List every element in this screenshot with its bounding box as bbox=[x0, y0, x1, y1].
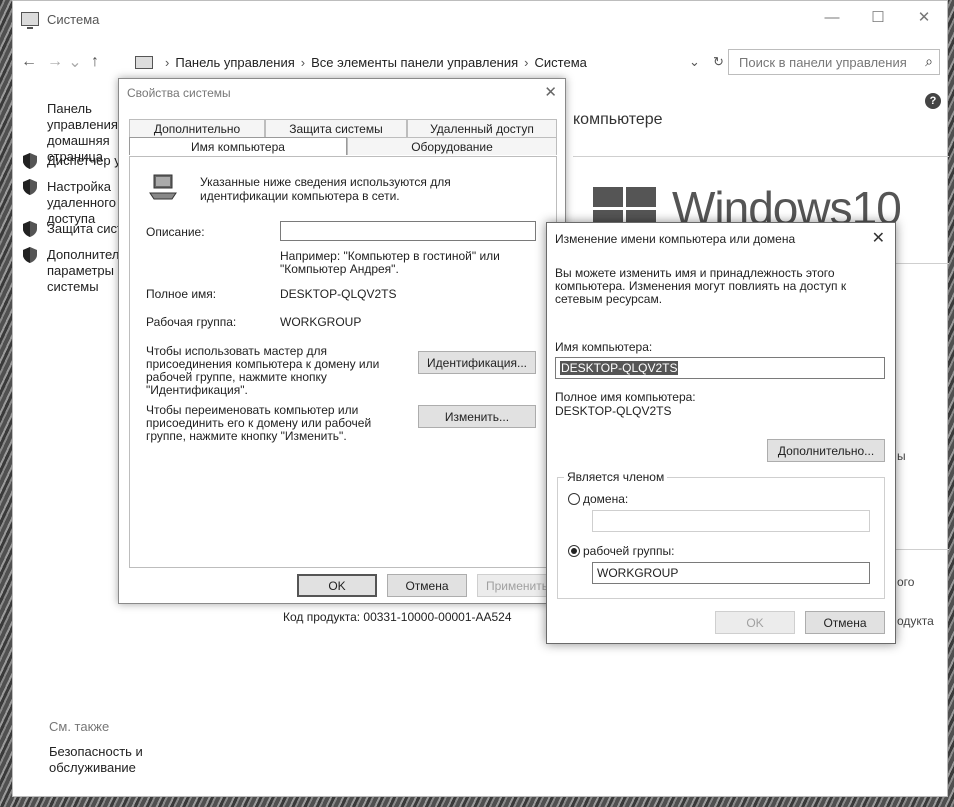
navigation-bar: ← → ⌄ ↑ › Панель управления › Все элемен… bbox=[13, 47, 947, 77]
section-heading: компьютере bbox=[573, 111, 663, 128]
workgroup-field[interactable]: WORKGROUP bbox=[592, 562, 870, 584]
full-name-label: Полное имя: bbox=[146, 287, 217, 301]
domain-label: домена: bbox=[583, 492, 629, 506]
tab-row-bottom: Имя компьютера Оборудование bbox=[129, 137, 557, 155]
recent-locations-icon[interactable]: ⌄ bbox=[65, 52, 85, 72]
divider bbox=[893, 263, 949, 264]
system-properties-dialog: Свойства системы ✕ Дополнительно Защита … bbox=[118, 78, 566, 604]
rename-computer-dialog: Изменение имени компьютера или домена ✕ … bbox=[546, 222, 896, 644]
domain-field[interactable] bbox=[592, 510, 870, 532]
dialog-title: Изменение имени компьютера или домена bbox=[555, 232, 796, 246]
title-bar[interactable]: Система — ☐ ✕ bbox=[13, 1, 947, 37]
address-dropdown-icon[interactable]: ⌄ bbox=[689, 54, 700, 70]
full-name-label: Полное имя компьютера: bbox=[555, 390, 696, 404]
maximize-button[interactable]: ☐ bbox=[855, 1, 901, 33]
refresh-icon[interactable]: ↻ bbox=[713, 54, 724, 70]
computer-name-label: Имя компьютера: bbox=[555, 340, 653, 354]
dialog-close-button[interactable]: ✕ bbox=[872, 228, 885, 248]
computer-name-field[interactable]: DESKTOP-QLQV2TS bbox=[555, 357, 885, 379]
computer-description-text: Указанные ниже сведения используются для… bbox=[200, 175, 451, 203]
product-key: Код продукта: 00331-10000-00001-AA524 bbox=[283, 610, 512, 624]
shield-icon bbox=[23, 153, 37, 169]
up-arrow-icon[interactable]: ↑ bbox=[85, 53, 105, 71]
dialog-title: Свойства системы bbox=[127, 86, 231, 100]
member-of-group: Является членом домена: рабочей группы: … bbox=[557, 470, 885, 599]
workgroup-value: WORKGROUP bbox=[280, 315, 362, 329]
breadcrumb-all-items[interactable]: Все элементы панели управления bbox=[311, 55, 518, 70]
computer-name-value: DESKTOP-QLQV2TS bbox=[560, 361, 679, 375]
rename-intro: Вы можете изменить имя и принадлежность … bbox=[555, 266, 847, 306]
radio-selected-icon bbox=[568, 545, 580, 557]
search-icon[interactable]: ⌕ bbox=[925, 53, 933, 70]
back-arrow-icon[interactable]: ← bbox=[19, 53, 39, 71]
window-title: Система bbox=[47, 11, 100, 27]
domain-radio[interactable]: домена: bbox=[568, 492, 628, 506]
tab-advanced[interactable]: Дополнительно bbox=[129, 119, 265, 137]
breadcrumb-separator: › bbox=[165, 54, 170, 70]
computer-icon bbox=[149, 174, 177, 200]
dialog-close-button[interactable]: ✕ bbox=[544, 83, 557, 101]
ok-button[interactable]: OK bbox=[715, 611, 795, 634]
minimize-button[interactable]: — bbox=[809, 1, 855, 33]
change-button[interactable]: Изменить... bbox=[418, 405, 536, 428]
tab-row-top: Дополнительно Защита системы Удаленный д… bbox=[129, 119, 557, 137]
description-example: Например: "Компьютер в гостиной" или "Ко… bbox=[280, 249, 500, 276]
edge-text: ы bbox=[897, 449, 906, 463]
tab-computer-name[interactable]: Имя компьютера bbox=[129, 137, 347, 155]
member-of-legend: Является членом bbox=[564, 470, 668, 484]
radio-icon bbox=[568, 493, 580, 505]
divider bbox=[573, 156, 949, 157]
description-label: Описание: bbox=[146, 225, 205, 239]
tab-remote-access[interactable]: Удаленный доступ bbox=[407, 119, 557, 137]
ok-button[interactable]: OK bbox=[297, 574, 377, 597]
shield-icon bbox=[23, 221, 37, 237]
workgroup-radio[interactable]: рабочей группы: bbox=[568, 544, 674, 558]
control-panel-icon bbox=[135, 55, 153, 69]
close-button[interactable]: ✕ bbox=[901, 1, 947, 33]
breadcrumb-separator: › bbox=[524, 54, 529, 70]
cancel-button[interactable]: Отмена bbox=[387, 574, 467, 597]
search-input[interactable]: Поиск в панели управления ⌕ bbox=[728, 49, 940, 75]
identify-button[interactable]: Идентификация... bbox=[418, 351, 536, 374]
computer-name-panel: Указанные ниже сведения используются для… bbox=[129, 156, 557, 568]
identify-description: Чтобы использовать мастер для присоедине… bbox=[146, 344, 380, 397]
more-button[interactable]: Дополнительно... bbox=[767, 439, 885, 462]
search-placeholder: Поиск в панели управления bbox=[739, 54, 907, 70]
rename-description: Чтобы переименовать компьютер или присое… bbox=[146, 403, 372, 443]
description-field[interactable] bbox=[280, 221, 536, 241]
breadcrumb-control-panel[interactable]: Панель управления bbox=[175, 55, 294, 70]
forward-arrow-icon[interactable]: → bbox=[45, 53, 65, 71]
edge-text: одукта bbox=[897, 614, 934, 628]
system-app-icon bbox=[21, 12, 39, 29]
workgroup-label: Рабочая группа: bbox=[146, 315, 237, 329]
cancel-button[interactable]: Отмена bbox=[805, 611, 885, 634]
apply-button[interactable]: Применить bbox=[477, 574, 557, 597]
see-also-section: См. также Безопасность и обслуживание bbox=[49, 719, 169, 776]
window-controls: — ☐ ✕ bbox=[809, 1, 947, 33]
breadcrumb-separator: › bbox=[300, 54, 306, 70]
breadcrumb-system[interactable]: Система bbox=[535, 55, 587, 70]
tab-system-protection[interactable]: Защита системы bbox=[265, 119, 407, 137]
shield-icon bbox=[23, 179, 37, 195]
edge-text: ого bbox=[897, 575, 915, 589]
full-name-value: DESKTOP-QLQV2TS bbox=[555, 404, 672, 418]
tab-hardware[interactable]: Оборудование bbox=[347, 137, 557, 155]
shield-icon bbox=[23, 247, 37, 263]
workgroup-label: рабочей группы: bbox=[583, 544, 675, 558]
full-name-value: DESKTOP-QLQV2TS bbox=[280, 287, 397, 301]
help-icon[interactable]: ? bbox=[925, 93, 941, 109]
divider bbox=[893, 549, 949, 550]
see-also-heading: См. также bbox=[49, 719, 110, 734]
security-maintenance-link[interactable]: Безопасность и обслуживание bbox=[49, 744, 169, 776]
address-bar[interactable]: › Панель управления › Все элементы панел… bbox=[135, 49, 724, 75]
